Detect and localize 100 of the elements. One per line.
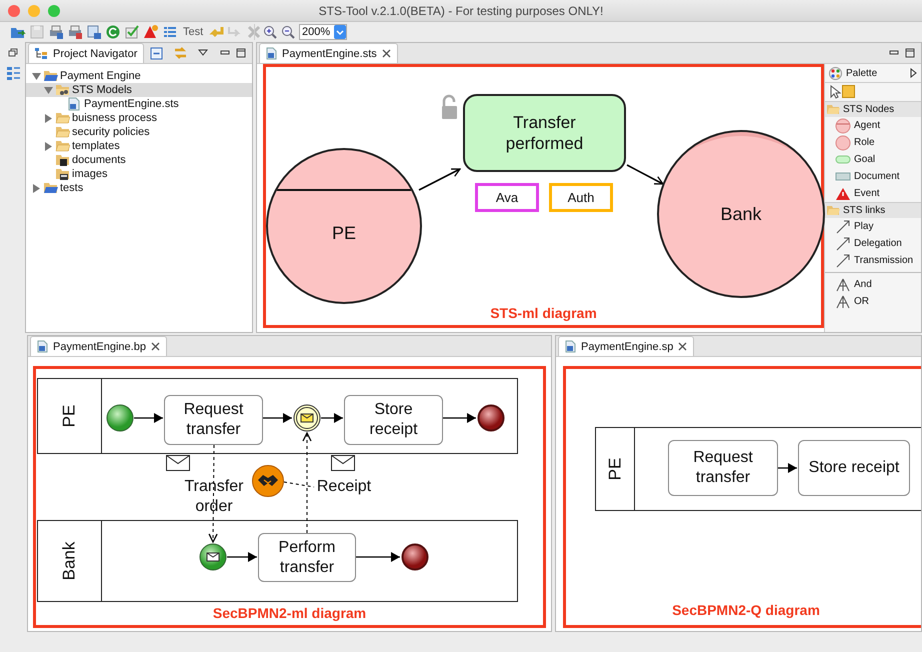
palette-item[interactable]: Event [825, 185, 921, 202]
navigator-tab[interactable]: Project Navigator [28, 43, 144, 63]
tree-item[interactable]: STS Models [26, 83, 252, 97]
folder-icon [827, 205, 840, 216]
message-label: Transfer order [184, 477, 244, 517]
arrow [778, 463, 797, 473]
arrow [418, 168, 461, 191]
arrow [356, 552, 400, 562]
task-label: Store receipt [808, 458, 900, 478]
arrow [626, 164, 664, 185]
folder-icon [43, 69, 58, 83]
lane-label: PE [60, 404, 80, 428]
window-control-icon[interactable] [8, 5, 20, 17]
dashed-line [284, 482, 314, 488]
task-label: Request transfer [182, 400, 244, 440]
caret-icon[interactable] [334, 25, 346, 39]
close-icon[interactable] [382, 49, 391, 58]
editor-tab[interactable]: PaymentEngine.sts [259, 43, 398, 63]
lane-label: PE [605, 458, 625, 480]
collapse-all-icon[interactable] [150, 46, 163, 60]
list-icon[interactable] [162, 24, 178, 40]
handshake-icon [252, 465, 284, 497]
tree-item[interactable]: tests [26, 181, 252, 195]
node-label: PE [332, 222, 356, 244]
arrow [134, 413, 163, 423]
window-title: STS-Tool v.2.1.0(BETA) - For testing purposes ONLY! [318, 4, 604, 18]
arrow [443, 413, 476, 423]
outline-icon[interactable] [6, 66, 20, 80]
task-label: Store receipt [368, 400, 419, 440]
event-icon [835, 186, 851, 202]
folder-icon [55, 111, 70, 125]
printer-icon[interactable] [67, 24, 83, 40]
collapsed-arrow-icon[interactable] [44, 114, 53, 122]
lane-label: Bank [60, 542, 80, 580]
folder-icon [827, 104, 840, 115]
tree-item[interactable]: PaymentEngine.sts [26, 97, 252, 111]
test-button[interactable]: Test [181, 26, 206, 38]
printer-icon[interactable] [48, 24, 64, 40]
palette-item[interactable]: Transmission [825, 252, 921, 269]
folder-icon [55, 167, 70, 181]
tree-item[interactable]: images [26, 167, 252, 181]
tree-item[interactable]: templates [26, 139, 252, 153]
palette-section-header[interactable]: STS links [825, 202, 921, 218]
tree-item[interactable]: buisness process [26, 111, 252, 125]
node-label: Transfer performed [504, 112, 584, 154]
palette-item[interactable]: Agent [825, 117, 921, 134]
tree-item[interactable]: security policies [26, 125, 252, 139]
message-event-icon [293, 404, 321, 432]
decomposition-icon [835, 294, 851, 310]
arrow-icon [835, 252, 851, 268]
checklist-icon[interactable] [124, 24, 140, 40]
palette-item[interactable]: Delegation [825, 235, 921, 252]
zoom-in-icon[interactable] [263, 25, 277, 39]
file-icon [37, 340, 48, 353]
palette-title: Palette [846, 68, 878, 78]
node-label: Ava [496, 190, 518, 205]
document-icon[interactable] [86, 24, 102, 40]
palette-section-header[interactable]: STS Nodes [825, 101, 921, 117]
warning-icon[interactable] [143, 24, 159, 40]
zoom-out-icon[interactable] [281, 25, 295, 39]
palette-item[interactable]: Goal [825, 151, 921, 168]
task-label: Request transfer [692, 448, 754, 488]
view-menu-icon[interactable] [198, 49, 208, 57]
folder-icon [43, 181, 58, 195]
arrow [227, 552, 257, 562]
zoom-dropdown[interactable]: 200% [299, 24, 347, 40]
restore-icon[interactable] [8, 48, 18, 58]
start-event-icon [106, 404, 134, 432]
message-label: Receipt [316, 477, 372, 497]
arrow-icon [835, 218, 851, 234]
tree-item[interactable]: Payment Engine [26, 69, 252, 83]
close-icon[interactable] [678, 342, 688, 351]
tree-item[interactable]: documents [26, 153, 252, 167]
maximize-icon[interactable] [905, 48, 915, 58]
file-icon [565, 340, 576, 353]
maximize-icon[interactable] [236, 48, 246, 58]
close-icon[interactable] [150, 342, 160, 351]
folder-icon [55, 139, 70, 153]
palette-item[interactable]: Document [825, 168, 921, 185]
node-label: Auth [568, 190, 594, 205]
tree-icon [35, 48, 48, 59]
editor-tab[interactable]: PaymentEngine.sp [558, 336, 694, 356]
refresh-icon[interactable] [105, 24, 121, 40]
palette-icon [829, 66, 842, 80]
folder-icon [55, 153, 70, 167]
palette-item[interactable]: OR [825, 293, 921, 310]
expand-arrow-icon[interactable] [910, 68, 917, 78]
arrow-icon [835, 236, 851, 252]
collapsed-arrow-icon[interactable] [44, 142, 53, 150]
palette-item[interactable]: Play [825, 218, 921, 235]
collapsed-arrow-icon[interactable] [32, 184, 41, 192]
decomposition-icon [835, 276, 851, 292]
palette-item[interactable]: Role [825, 134, 921, 151]
pointer-icon[interactable] [829, 85, 841, 99]
editor-tab[interactable]: PaymentEngine.bp [30, 336, 167, 356]
palette-item[interactable]: And [825, 276, 921, 293]
arrow [263, 413, 292, 423]
diagram-caption: SecBPMN2-Q diagram [671, 602, 821, 618]
folder-icon [55, 83, 70, 97]
file-icon [266, 47, 277, 60]
